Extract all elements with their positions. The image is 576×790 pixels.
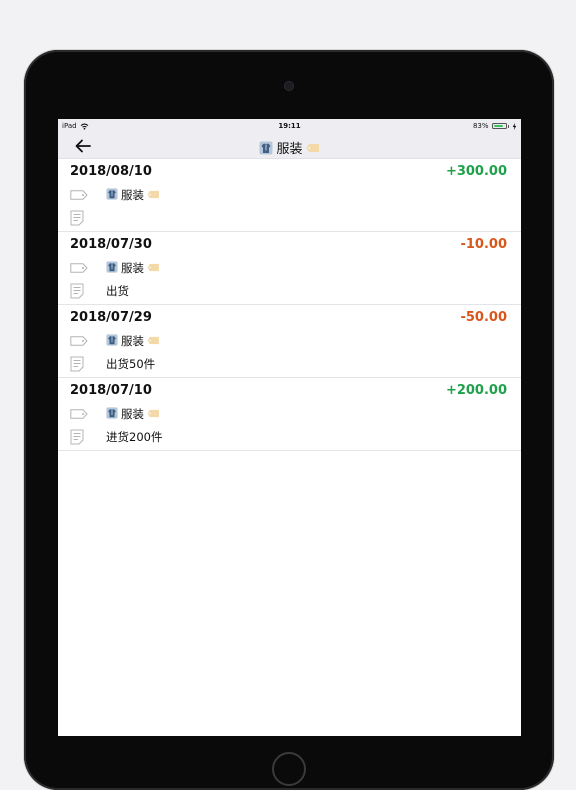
shirt-icon (106, 187, 118, 203)
tag-outline-icon (70, 333, 94, 349)
category-text: 服装 (121, 188, 144, 202)
note-icon (70, 429, 94, 445)
entry-amount: -10.00 (460, 237, 507, 252)
tag-icon (147, 188, 160, 202)
category-label: 服装 (106, 260, 160, 276)
category-row: 服装 (70, 187, 160, 203)
entry-amount: +300.00 (445, 164, 507, 179)
battery-fill (493, 125, 503, 127)
category-row: 服装 (70, 260, 160, 276)
entry-date: 2018/07/10 (70, 383, 152, 398)
entry-date: 2018/08/10 (70, 164, 152, 179)
entry-amount: +200.00 (445, 383, 507, 398)
category-text: 服装 (121, 334, 144, 348)
home-button[interactable] (272, 752, 306, 786)
page-title: 服装 (58, 138, 521, 157)
note-row: 出货50件 (70, 356, 155, 372)
status-time: 19:11 (278, 122, 301, 130)
tag-icon (147, 261, 160, 275)
list-item[interactable]: 2018/08/10 +300.00 服装 (58, 159, 521, 232)
note-icon (70, 283, 94, 299)
note-row (70, 210, 106, 226)
tag-icon (306, 143, 320, 153)
note-icon (70, 356, 94, 372)
shirt-icon (106, 260, 118, 276)
camera-icon (285, 82, 293, 90)
charging-icon (512, 122, 517, 130)
battery-icon (491, 123, 507, 129)
category-label: 服装 (106, 333, 160, 349)
shirt-icon (259, 141, 273, 155)
note-row: 出货 (70, 283, 129, 299)
app-screen: iPad 19:11 83% 服装 2018/08/10 +300.00 服装 … (58, 119, 521, 736)
category-text: 服装 (121, 407, 144, 421)
category-label: 服装 (106, 406, 160, 422)
category-row: 服装 (70, 333, 160, 349)
navigation-bar: 服装 (58, 133, 521, 159)
entry-date: 2018/07/29 (70, 310, 152, 325)
note-text: 出货50件 (106, 357, 156, 371)
page-title-text: 服装 (276, 142, 303, 157)
status-right: 83% (473, 119, 517, 133)
entry-amount: -50.00 (460, 310, 507, 325)
tag-outline-icon (70, 406, 94, 422)
status-bar: iPad 19:11 83% (58, 119, 521, 133)
list-item[interactable]: 2018/07/30 -10.00 服装 出货 (58, 232, 521, 305)
category-row: 服装 (70, 406, 160, 422)
battery-cap (507, 124, 509, 128)
note-text: 进货200件 (106, 430, 163, 444)
tag-outline-icon (70, 187, 94, 203)
entry-date: 2018/07/30 (70, 237, 152, 252)
category-text: 服装 (121, 261, 144, 275)
shirt-icon (106, 406, 118, 422)
tag-icon (147, 334, 160, 348)
tag-icon (147, 407, 160, 421)
battery-percent: 83% (472, 122, 489, 130)
entry-list: 2018/08/10 +300.00 服装 2018/07/30 -10.00 … (58, 159, 521, 451)
shirt-icon (106, 333, 118, 349)
category-label: 服装 (106, 187, 160, 203)
list-item[interactable]: 2018/07/10 +200.00 服装 进货200件 (58, 378, 521, 451)
note-icon (70, 210, 94, 226)
note-text: 出货 (106, 284, 129, 298)
list-item[interactable]: 2018/07/29 -50.00 服装 出货50件 (58, 305, 521, 378)
tag-outline-icon (70, 260, 94, 276)
note-row: 进货200件 (70, 429, 162, 445)
